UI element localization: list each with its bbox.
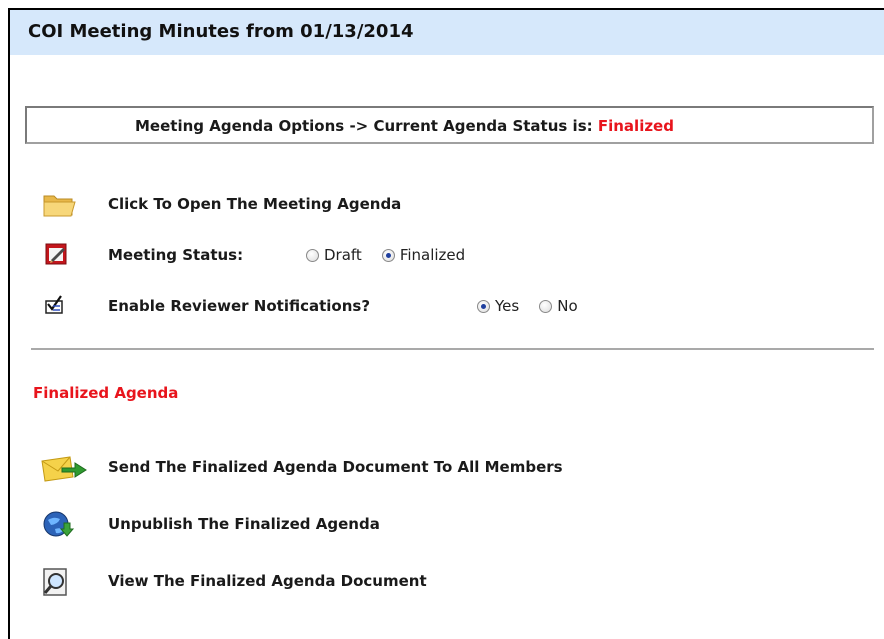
view-agenda-link[interactable]: View The Finalized Agenda Document [108,572,427,590]
checklist-icon [40,291,80,321]
open-agenda-link[interactable]: Click To Open The Meeting Agenda [108,195,401,213]
agenda-status-value: Finalized [597,117,674,135]
meeting-status-finalized-radio[interactable] [381,249,395,262]
send-agenda-row[interactable]: Send The Finalized Agenda Document To Al… [0,452,884,482]
meeting-status-radio-group: Draft Finalized [306,246,485,264]
finalized-agenda-heading: Finalized Agenda [33,384,179,402]
unpublish-agenda-link[interactable]: Unpublish The Finalized Agenda [108,515,380,533]
globe-download-icon[interactable] [40,509,80,539]
view-agenda-row[interactable]: View The Finalized Agenda Document [0,566,884,596]
notifications-yes-radio[interactable] [477,300,490,313]
agenda-options-text: Meeting Agenda Options -> Current Agenda… [135,117,674,135]
agenda-options-label: Meeting Agenda Options -> Current Agenda… [135,117,598,135]
agenda-options-box: Meeting Agenda Options -> Current Agenda… [25,106,874,144]
calendar-edit-icon [40,240,80,270]
meeting-status-draft-label[interactable]: Draft [324,246,362,264]
meeting-status-row: Meeting Status: Draft Finalized [0,240,884,270]
meeting-status-label: Meeting Status: [108,246,244,264]
open-agenda-row[interactable]: Click To Open The Meeting Agenda [0,190,884,220]
meeting-status-finalized-label[interactable]: Finalized [400,246,465,264]
notifications-no-label[interactable]: No [557,297,577,315]
notifications-no-radio[interactable] [539,300,553,313]
meeting-status-draft-radio[interactable] [306,249,319,262]
send-mail-icon[interactable] [40,452,87,482]
document-magnifier-icon[interactable] [40,566,80,596]
page-header: COI Meeting Minutes from 01/13/2014 [10,10,884,55]
unpublish-agenda-row[interactable]: Unpublish The Finalized Agenda [0,509,884,539]
folder-icon[interactable] [40,190,80,220]
page-frame [8,8,884,639]
send-agenda-link[interactable]: Send The Finalized Agenda Document To Al… [108,458,563,476]
reviewer-notifications-label: Enable Reviewer Notifications? [108,297,371,315]
page-title: COI Meeting Minutes from 01/13/2014 [28,21,414,42]
notifications-yes-label[interactable]: Yes [495,297,519,315]
reviewer-notifications-radio-group: Yes No [477,297,598,315]
section-divider [31,348,874,350]
reviewer-notifications-row: Enable Reviewer Notifications? Yes No [0,291,884,321]
